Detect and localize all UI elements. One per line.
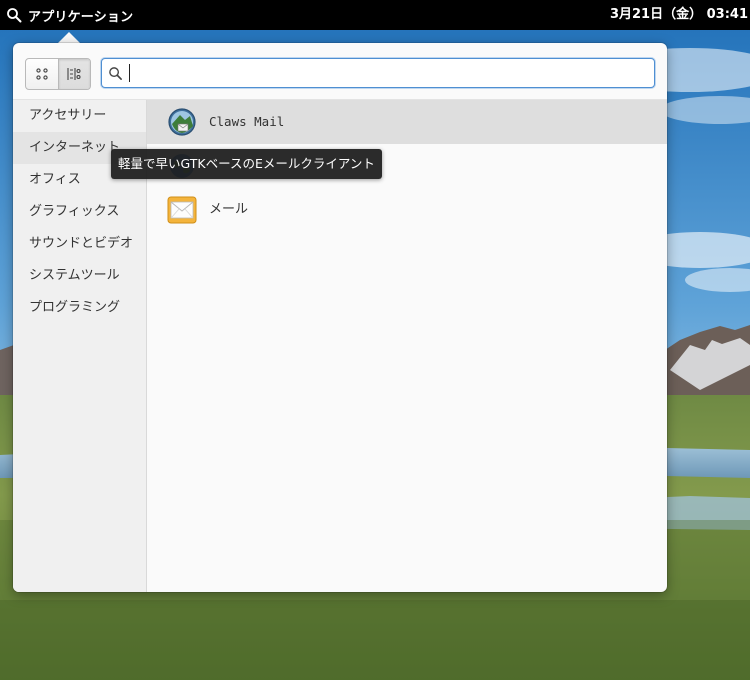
- category-system-tools[interactable]: システムツール: [13, 260, 146, 292]
- claws-mail-icon: [168, 108, 196, 136]
- app-item-claws-mail[interactable]: Claws Mail: [147, 100, 667, 144]
- search-input[interactable]: [128, 61, 654, 85]
- mail-icon: [167, 196, 197, 224]
- category-view-icon: [67, 68, 81, 80]
- category-sound-video[interactable]: サウンドとビデオ: [13, 228, 146, 260]
- panel-clock[interactable]: 3月21日（金） 03:41: [610, 0, 748, 30]
- text-caret: [129, 64, 130, 82]
- applications-label: アプリケーション: [28, 9, 134, 25]
- top-panel: アプリケーション 3月21日（金） 03:41: [0, 0, 750, 30]
- app-description-tooltip: 軽量で早いGTKベースのEメールクライアント: [111, 149, 382, 179]
- view-mode-switcher: [25, 58, 91, 90]
- search-icon: [108, 66, 122, 80]
- category-programming[interactable]: プログラミング: [13, 292, 146, 324]
- category-view-button[interactable]: [57, 59, 90, 89]
- grid-view-button[interactable]: [26, 59, 58, 89]
- grid-view-icon: [36, 68, 48, 80]
- app-name: メール: [209, 202, 249, 217]
- category-accessories[interactable]: アクセサリー: [13, 100, 146, 132]
- app-name: Claws Mail: [209, 114, 285, 129]
- search-icon: [7, 8, 22, 23]
- category-graphics[interactable]: グラフィックス: [13, 196, 146, 228]
- search-field-icon: [102, 59, 128, 87]
- app-item-mail[interactable]: メール: [147, 188, 667, 232]
- desktop: アプリケーション 3月21日（金） 03:41 アクセサリー インターネット オ…: [0, 0, 750, 680]
- search-box: [101, 58, 655, 88]
- popover-arrow: [58, 32, 80, 43]
- applications-menu-button[interactable]: アプリケーション: [6, 0, 133, 30]
- application-launcher-popover: アクセサリー インターネット オフィス グラフィックス サウンドとビデオ システ…: [13, 43, 667, 592]
